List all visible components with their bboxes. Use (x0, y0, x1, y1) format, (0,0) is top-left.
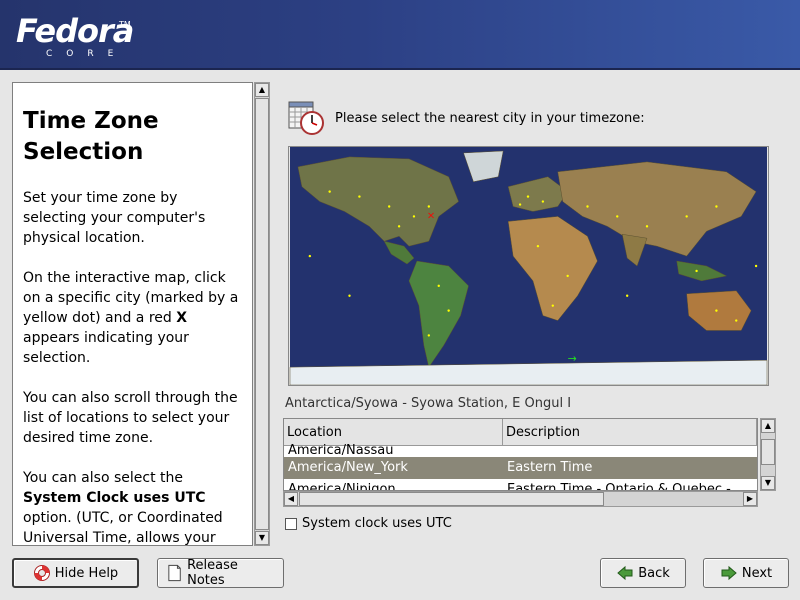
scroll-down-arrow-icon[interactable]: ▼ (761, 476, 775, 490)
header-banner: Fedora TM CORE (0, 0, 800, 70)
utc-option[interactable]: System clock uses UTC (285, 516, 452, 531)
help-p4-bold: System Clock uses UTC (23, 490, 206, 506)
row-location: America/Nipigon (288, 482, 396, 491)
utc-label[interactable]: System clock uses UTC (302, 516, 452, 531)
next-label: Next (741, 565, 773, 581)
row-description: Eastern Time - Ontario & Quebec - places (507, 482, 731, 491)
release-notes-label: Release Notes (187, 558, 238, 588)
logo-sub: CORE (46, 49, 128, 59)
list-item[interactable]: America/Nipigon Eastern Time - Ontario &… (284, 479, 757, 491)
next-arrow-icon (721, 565, 737, 581)
list-vertical-scrollbar[interactable]: ▲ ▼ (760, 418, 776, 491)
hide-help-button[interactable]: Hide Help (12, 558, 139, 588)
help-p2-text-end: appears indicating your selection. (23, 330, 189, 366)
row-description: Eastern Time (507, 460, 593, 475)
scroll-up-arrow-icon[interactable]: ▲ (255, 83, 269, 97)
scroll-up-arrow-icon[interactable]: ▲ (761, 419, 775, 433)
help-p4-text-end: option. (UTC, or Coordinated Universal T… (23, 510, 223, 546)
list-vscroll-thumb[interactable] (761, 439, 775, 465)
help-paragraph-1: Set your time zone by selecting your com… (23, 190, 206, 246)
help-paragraph-2: On the interactive map, click on a speci… (23, 268, 244, 368)
timezone-prompt: Please select the nearest city in your t… (335, 111, 645, 126)
timezone-list[interactable]: Location Description America/Nassau Amer… (283, 418, 758, 491)
help-p2-text: On the interactive map, click on a speci… (23, 270, 239, 326)
logo-tm: TM (119, 20, 131, 29)
fedora-logo: Fedora TM CORE (16, 12, 134, 59)
help-paragraph-4: You can also select the System Clock use… (23, 468, 244, 546)
list-hscroll-thumb[interactable] (299, 492, 604, 506)
help-title: Time Zone Selection (23, 108, 159, 165)
list-horizontal-scrollbar[interactable]: ◀ ▶ (283, 491, 758, 507)
document-icon (168, 564, 181, 582)
lifebuoy-icon (33, 565, 50, 581)
logo-word: Fedora (16, 12, 134, 50)
row-location: America/New_York (288, 460, 408, 475)
next-button[interactable]: Next (703, 558, 789, 588)
world-map[interactable]: × → (288, 146, 769, 386)
help-paragraph-3: You can also scroll through the list of … (23, 390, 238, 446)
utc-checkbox[interactable] (285, 517, 297, 530)
pointer-arrow-icon: → (568, 352, 577, 365)
scroll-right-arrow-icon[interactable]: ▶ (743, 492, 757, 506)
scroll-down-arrow-icon[interactable]: ▼ (255, 531, 269, 545)
hide-help-label: Hide Help (54, 565, 119, 581)
back-button[interactable]: Back (600, 558, 686, 588)
back-label: Back (638, 565, 670, 581)
clock-calendar-icon (288, 101, 324, 135)
help-scrollbar[interactable]: ▲ ▼ (254, 82, 270, 546)
selection-marker: × (427, 210, 435, 221)
help-scroll-thumb[interactable] (255, 98, 269, 530)
help-p4-text: You can also select the (23, 470, 183, 486)
help-panel: Time Zone Selection Set your time zone b… (12, 82, 253, 546)
selected-city-label: Antarctica/Syowa - Syowa Station, E Ongu… (285, 396, 572, 411)
scroll-left-arrow-icon[interactable]: ◀ (284, 492, 298, 506)
back-arrow-icon (617, 565, 633, 581)
release-notes-button[interactable]: Release Notes (157, 558, 284, 588)
help-p2-bold: X (176, 310, 188, 326)
list-item-selected[interactable]: America/New_York Eastern Time (284, 457, 757, 479)
